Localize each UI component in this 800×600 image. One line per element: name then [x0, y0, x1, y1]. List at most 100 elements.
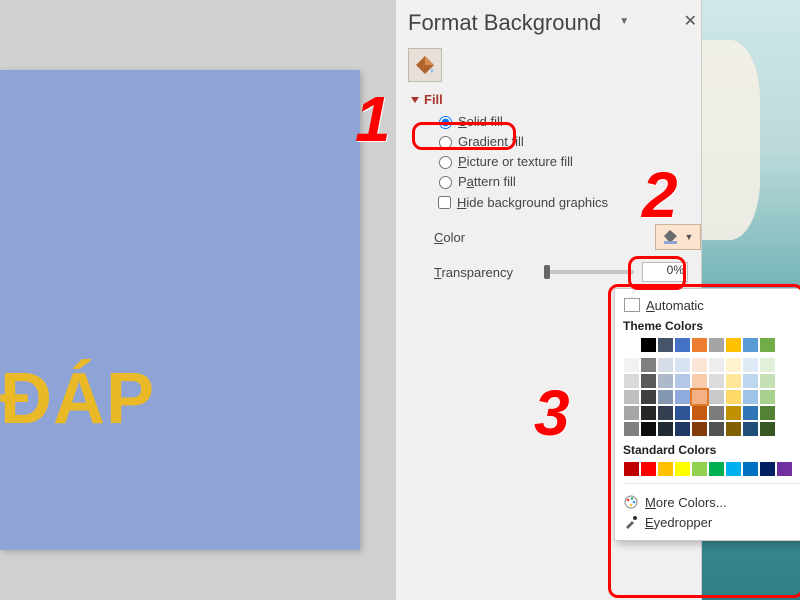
slider-knob[interactable]	[544, 265, 550, 279]
color-swatch[interactable]	[760, 406, 775, 420]
color-swatch[interactable]	[692, 374, 707, 388]
color-swatch[interactable]	[675, 390, 690, 404]
automatic-color-item[interactable]: Automatic	[623, 297, 800, 313]
fill-section-label: Fill	[424, 92, 443, 107]
color-swatch[interactable]	[726, 358, 741, 372]
more-colors-label: More Colors...	[645, 495, 727, 510]
color-swatch[interactable]	[675, 422, 690, 436]
color-swatch[interactable]	[709, 358, 724, 372]
fill-category-button[interactable]	[408, 48, 442, 82]
color-swatch[interactable]	[692, 422, 707, 436]
gradient-fill-radio[interactable]: Gradient fill	[434, 133, 701, 149]
paint-bucket-icon	[414, 54, 436, 76]
color-swatch[interactable]	[743, 358, 758, 372]
color-swatch[interactable]	[692, 358, 707, 372]
color-swatch[interactable]	[692, 338, 707, 352]
color-label: Color	[434, 230, 544, 245]
color-swatch[interactable]	[726, 406, 741, 420]
color-swatch[interactable]	[760, 390, 775, 404]
eyedropper-item[interactable]: Eyedropper	[623, 514, 800, 530]
color-swatch[interactable]	[709, 374, 724, 388]
solid-fill-radio[interactable]: Solid fill	[434, 113, 701, 129]
color-swatch[interactable]	[760, 374, 775, 388]
color-swatch[interactable]	[641, 374, 656, 388]
more-colors-item[interactable]: More Colors...	[623, 494, 800, 510]
color-swatch[interactable]	[726, 338, 741, 352]
fill-section-header[interactable]: Fill	[412, 92, 701, 107]
solid-fill-input[interactable]	[439, 116, 452, 129]
color-swatch[interactable]	[692, 406, 707, 420]
theme-color-row	[623, 337, 800, 353]
color-swatch[interactable]	[726, 390, 741, 404]
transparency-slider[interactable]	[544, 270, 634, 274]
pattern-fill-input[interactable]	[439, 176, 452, 189]
color-swatch[interactable]	[658, 358, 673, 372]
color-swatch[interactable]	[760, 338, 775, 352]
pane-menu-chevron-icon[interactable]: ▼	[619, 16, 629, 27]
color-swatch[interactable]	[692, 462, 707, 476]
color-swatch[interactable]	[658, 374, 673, 388]
color-swatch[interactable]	[760, 358, 775, 372]
callout-number-2: 2	[642, 158, 678, 232]
color-swatch[interactable]	[743, 390, 758, 404]
gradient-fill-input[interactable]	[439, 136, 452, 149]
color-swatch[interactable]	[709, 422, 724, 436]
color-swatch[interactable]	[624, 390, 639, 404]
pane-header: Format Background ▼ ✕	[396, 0, 701, 42]
solid-fill-label: Solid fill	[458, 114, 503, 129]
color-swatch[interactable]	[760, 422, 775, 436]
color-swatch[interactable]	[624, 374, 639, 388]
color-swatch[interactable]	[709, 390, 724, 404]
picture-fill-input[interactable]	[439, 156, 452, 169]
color-swatch[interactable]	[641, 422, 656, 436]
beach-shape	[700, 40, 760, 240]
color-swatch[interactable]	[658, 462, 673, 476]
color-swatch[interactable]	[692, 390, 707, 404]
color-swatch[interactable]	[709, 338, 724, 352]
color-swatch[interactable]	[760, 462, 775, 476]
transparency-value[interactable]: 0%	[642, 262, 688, 282]
color-swatch[interactable]	[726, 422, 741, 436]
color-swatch[interactable]	[624, 358, 639, 372]
color-swatch[interactable]	[675, 338, 690, 352]
color-swatch[interactable]	[709, 406, 724, 420]
pane-title: Format Background	[396, 0, 613, 42]
color-swatch[interactable]	[658, 338, 673, 352]
theme-shades-grid	[623, 357, 800, 437]
transparency-row: Transparency 0%	[434, 262, 701, 282]
slide-preview[interactable]: ĐÁP	[0, 70, 360, 550]
hide-bg-graphics-input[interactable]	[438, 196, 451, 209]
color-swatch[interactable]	[743, 338, 758, 352]
theme-colors-header: Theme Colors	[623, 319, 800, 333]
color-swatch[interactable]	[726, 462, 741, 476]
color-swatch[interactable]	[658, 422, 673, 436]
color-swatch[interactable]	[675, 374, 690, 388]
color-swatch[interactable]	[777, 462, 792, 476]
hide-bg-graphics-label: Hide background graphics	[457, 195, 608, 210]
color-swatch[interactable]	[675, 358, 690, 372]
color-swatch[interactable]	[743, 462, 758, 476]
color-picker-popup: Automatic Theme Colors Standard Colors M…	[614, 288, 800, 541]
color-swatch[interactable]	[624, 406, 639, 420]
color-swatch[interactable]	[641, 358, 656, 372]
color-swatch[interactable]	[658, 390, 673, 404]
color-swatch[interactable]	[726, 374, 741, 388]
color-swatch[interactable]	[675, 462, 690, 476]
chevron-down-icon: ▼	[685, 232, 694, 242]
color-swatch[interactable]	[624, 462, 639, 476]
color-swatch[interactable]	[743, 422, 758, 436]
color-swatch[interactable]	[641, 338, 656, 352]
color-swatch[interactable]	[624, 422, 639, 436]
color-swatch[interactable]	[641, 406, 656, 420]
palette-icon	[623, 494, 639, 510]
color-swatch[interactable]	[743, 406, 758, 420]
color-swatch[interactable]	[743, 374, 758, 388]
color-swatch[interactable]	[658, 406, 673, 420]
close-pane-button[interactable]: ✕	[680, 7, 701, 35]
callout-number-3: 3	[534, 376, 570, 450]
color-swatch[interactable]	[641, 462, 656, 476]
color-swatch[interactable]	[624, 338, 639, 352]
color-swatch[interactable]	[641, 390, 656, 404]
color-swatch[interactable]	[675, 406, 690, 420]
color-swatch[interactable]	[709, 462, 724, 476]
